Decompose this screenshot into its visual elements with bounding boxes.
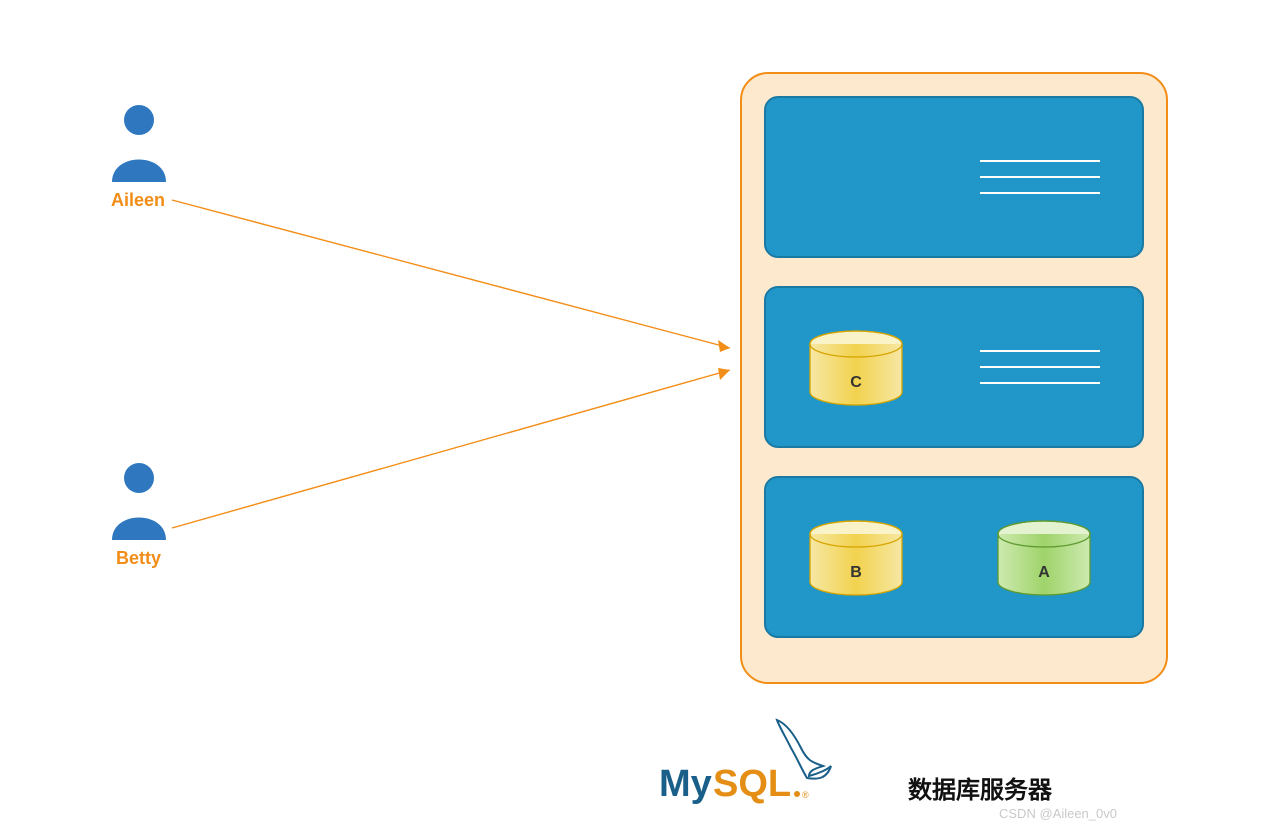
user-aileen-label: Aileen [111,190,165,211]
database-c-label: C [808,374,904,392]
user-aileen-icon [108,102,170,187]
database-a-label: A [996,564,1092,582]
database-a: A [996,520,1092,592]
table-lines-icon [980,146,1100,208]
db-slot-middle: C [764,286,1144,448]
server-container: C [740,72,1168,684]
watermark-text: CSDN @Aileen_0v0 [999,806,1117,821]
svg-text:®: ® [802,790,809,800]
table-lines-icon [980,336,1100,398]
diagram-canvas: Aileen Betty [0,0,1269,836]
server-label: 数据库服务器 [908,770,1052,805]
svg-text:SQL: SQL [713,763,791,805]
database-b: B [808,520,904,592]
db-slot-top [764,96,1144,258]
database-b-label: B [808,564,904,582]
database-c: C [808,330,904,402]
db-slot-bottom: B A [764,476,1144,638]
mysql-text: My [659,763,712,805]
mysql-logo: My SQL ® [659,718,834,813]
user-betty-label: Betty [116,548,161,569]
user-betty-icon [108,460,170,545]
